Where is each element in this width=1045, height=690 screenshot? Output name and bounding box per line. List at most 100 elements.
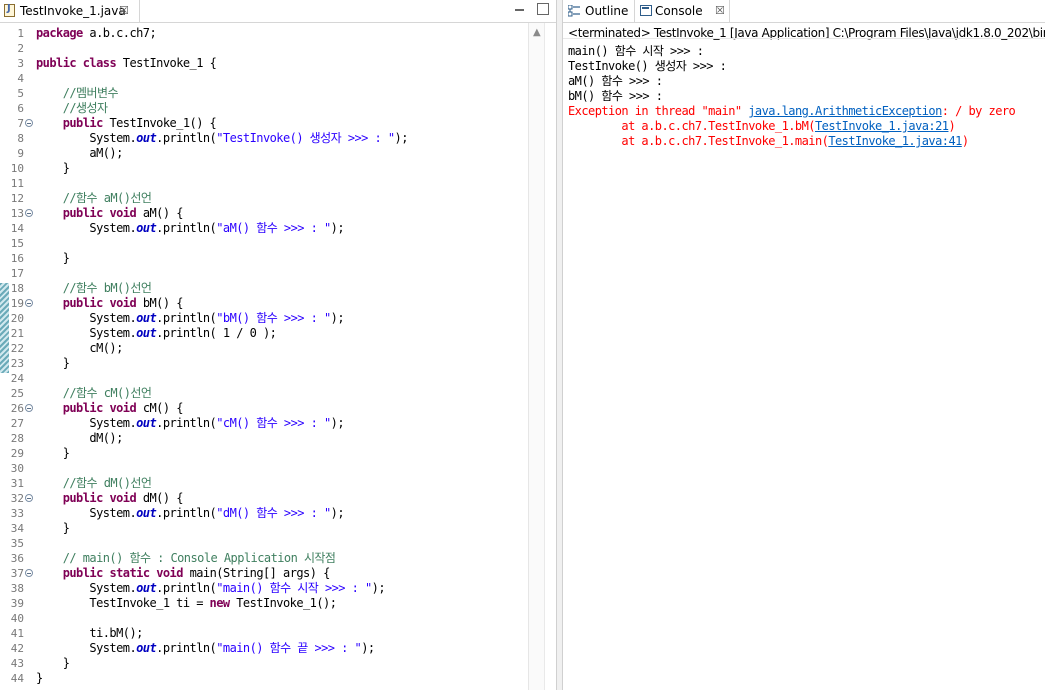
code-line[interactable]: 5 //멤버변수 <box>0 86 528 101</box>
code-line[interactable]: 13 public void aM() { <box>0 206 528 221</box>
code-line[interactable]: 44} <box>0 671 528 686</box>
code-line[interactable]: 37 public static void main(String[] args… <box>0 566 528 581</box>
code-line[interactable]: 29 } <box>0 446 528 461</box>
collapse-fold-icon[interactable] <box>25 119 33 127</box>
code-line[interactable]: 15 <box>0 236 528 251</box>
line-number: 7 <box>17 117 24 130</box>
code-line[interactable]: 19 public void bM() { <box>0 296 528 311</box>
code-token: "TestInvoke() 생성자 >>> : " <box>216 131 395 145</box>
tab-outline[interactable]: Outline <box>563 0 633 22</box>
line-number: 35 <box>10 537 24 550</box>
code-line[interactable]: 27 System.out.println("cM() 함수 >>> : "); <box>0 416 528 431</box>
code-line[interactable]: 17 <box>0 266 528 281</box>
collapse-fold-icon[interactable] <box>25 569 33 577</box>
code-line[interactable]: 35 <box>0 536 528 551</box>
code-line[interactable]: 30 <box>0 461 528 476</box>
line-number: 32 <box>10 492 24 505</box>
code-line[interactable]: 28 dM(); <box>0 431 528 446</box>
code-token: void <box>109 296 137 310</box>
close-icon[interactable]: ☒ <box>119 4 129 17</box>
code-text: } <box>36 251 70 266</box>
code-token: } <box>36 671 43 685</box>
code-token: ); <box>330 221 345 235</box>
code-line[interactable]: 7 public TestInvoke_1() { <box>0 116 528 131</box>
code-line[interactable]: 24 <box>0 371 528 386</box>
code-token: } <box>36 521 70 535</box>
code-line[interactable]: 25 //함수 cM()선언 <box>0 386 528 401</box>
code-text: } <box>36 446 70 461</box>
code-token: .println( <box>156 641 217 655</box>
code-line[interactable]: 8 System.out.println("TestInvoke() 생성자 >… <box>0 131 528 146</box>
console-line: at a.b.c.ch7.TestInvoke_1.main(TestInvok… <box>568 134 1045 149</box>
pane-splitter[interactable] <box>556 0 563 690</box>
code-line[interactable]: 6 //생성자 <box>0 101 528 116</box>
editor-tab-testinvoke[interactable]: J TestInvoke_1.java ☒ <box>0 0 140 22</box>
code-line[interactable]: 41 ti.bM(); <box>0 626 528 641</box>
code-line[interactable]: 43 } <box>0 656 528 671</box>
line-number: 13 <box>10 207 24 220</box>
code-line[interactable]: 11 <box>0 176 528 191</box>
code-token: .println( 1 / 0 ); <box>156 326 277 340</box>
code-token: cM(); <box>36 341 123 355</box>
code-line[interactable]: 39 TestInvoke_1 ti = new TestInvoke_1(); <box>0 596 528 611</box>
code-line[interactable]: 36 // main() 함수 : Console Application 시작… <box>0 551 528 566</box>
code-line[interactable]: 31 //함수 dM()선언 <box>0 476 528 491</box>
code-line[interactable]: 26 public void cM() { <box>0 401 528 416</box>
code-line[interactable]: 12 //함수 aM()선언 <box>0 191 528 206</box>
code-line[interactable]: 3 public class TestInvoke_1 { <box>0 56 528 71</box>
line-number: 29 <box>10 447 24 460</box>
code-token: .println( <box>156 416 217 430</box>
collapse-fold-icon[interactable] <box>25 494 33 502</box>
code-token: ); <box>361 641 375 655</box>
code-line[interactable]: 14 System.out.println("aM() 함수 >>> : "); <box>0 221 528 236</box>
editor-tab-label: TestInvoke_1.java <box>20 4 126 18</box>
stack-trace-link[interactable]: TestInvoke_1.java:41 <box>828 134 962 148</box>
code-token: System. <box>36 311 137 325</box>
line-number: 26 <box>10 402 24 415</box>
minimize-icon[interactable] <box>514 3 526 15</box>
code-token: void <box>109 401 137 415</box>
collapse-fold-icon[interactable] <box>25 404 33 412</box>
code-line[interactable]: 38 System.out.println("main() 함수 시작 >>> … <box>0 581 528 596</box>
code-token: out <box>136 506 157 520</box>
code-line[interactable]: 23 } <box>0 356 528 371</box>
code-line[interactable]: 2 <box>0 41 528 56</box>
code-token: System. <box>36 326 137 340</box>
code-token: //함수 dM()선언 <box>62 476 152 490</box>
code-line[interactable]: 22 cM(); <box>0 341 528 356</box>
scroll-up-icon[interactable]: ▲ <box>533 27 541 38</box>
tab-console[interactable]: Console ☒ <box>634 0 730 22</box>
code-text: package a.b.c.ch7; <box>36 26 157 41</box>
code-line[interactable]: 42 System.out.println("main() 함수 끝 >>> :… <box>0 641 528 656</box>
maximize-icon[interactable] <box>537 3 549 15</box>
code-line[interactable]: 21 System.out.println( 1 / 0 ); <box>0 326 528 341</box>
line-number: 24 <box>10 372 24 385</box>
code-line[interactable]: 4 <box>0 71 528 86</box>
code-line[interactable]: 18 //함수 bM()선언 <box>0 281 528 296</box>
code-line[interactable]: 34 } <box>0 521 528 536</box>
code-text: public void aM() { <box>36 206 184 221</box>
code-line[interactable]: 1 package a.b.c.ch7; <box>0 26 528 41</box>
collapse-fold-icon[interactable] <box>25 209 33 217</box>
code-line[interactable]: 16 } <box>0 251 528 266</box>
code-line[interactable]: 40 <box>0 611 528 626</box>
code-token: main(String[] args) { <box>182 566 331 580</box>
collapse-fold-icon[interactable] <box>25 299 33 307</box>
editor-vertical-scrollbar[interactable]: ▲ <box>528 23 545 690</box>
code-line[interactable]: 10 } <box>0 161 528 176</box>
stack-trace-link[interactable]: TestInvoke_1.java:21 <box>815 119 949 133</box>
stack-trace-link[interactable]: java.lang.ArithmeticException <box>748 104 942 118</box>
code-token: public <box>62 116 104 130</box>
code-line[interactable]: 32 public void dM() { <box>0 491 528 506</box>
code-line[interactable]: 9 aM(); <box>0 146 528 161</box>
code-token: public <box>36 56 77 70</box>
code-line[interactable]: 20 System.out.println("bM() 함수 >>> : "); <box>0 311 528 326</box>
code-editor[interactable]: 1 package a.b.c.ch7; 2 3 public class TestIn… <box>0 23 544 690</box>
code-line[interactable]: 33 System.out.println("dM() 함수 >>> : "); <box>0 506 528 521</box>
console-output[interactable]: main() 함수 시작 >>> : TestInvoke() 생성자 >>> :… <box>568 44 1045 149</box>
close-icon[interactable]: ☒ <box>715 4 725 17</box>
line-number: 25 <box>10 387 24 400</box>
